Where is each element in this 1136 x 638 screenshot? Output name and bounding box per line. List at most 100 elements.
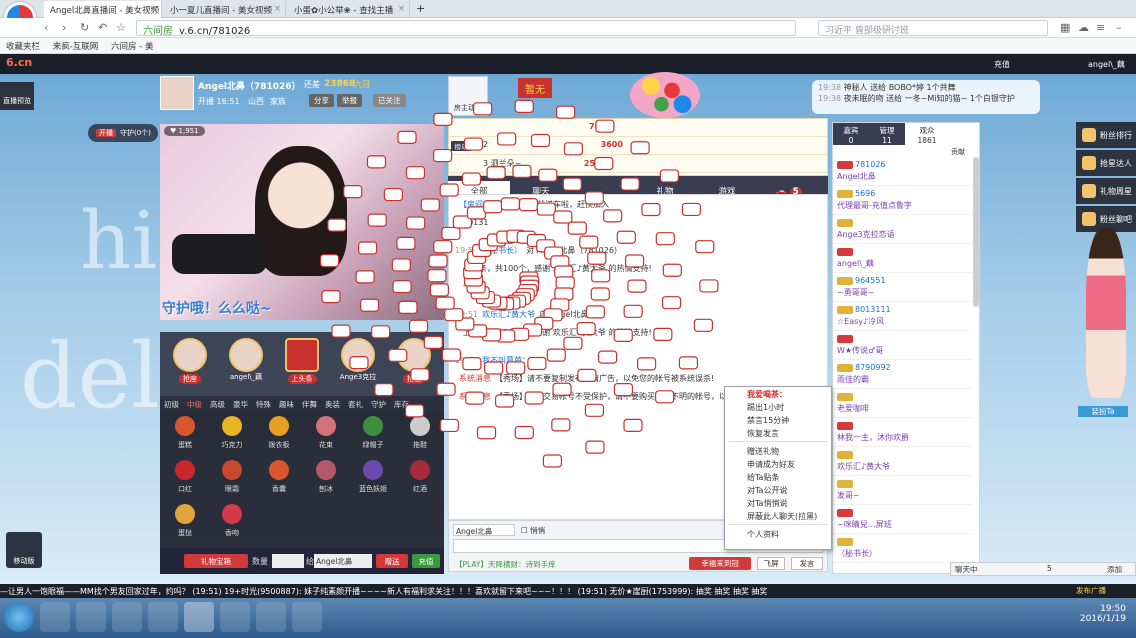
forward-icon[interactable]: › (62, 21, 66, 34)
taskbar-clock[interactable]: 19:50 2016/1/19 (1080, 604, 1126, 624)
gift-tab[interactable]: 库存 (390, 396, 413, 413)
gift-item[interactable]: 蓝色妖姬 (351, 456, 395, 500)
gift-item[interactable]: 花束 (304, 412, 348, 456)
chat-user[interactable]: 我不叫葛芭： (482, 356, 530, 365)
gift-tab[interactable]: 初级 (160, 396, 183, 413)
seat[interactable]: 抢座 (388, 338, 440, 384)
list-item[interactable]: ~咪睛兒…屏班 (833, 505, 973, 534)
headline-button[interactable]: 上头条 (276, 338, 328, 384)
menu-item[interactable]: 屏蔽此人聊天(拉黑) (725, 509, 831, 522)
list-item[interactable]: 781026 Angel北鼻 (833, 157, 973, 186)
quantity-input[interactable] (272, 554, 304, 568)
gift-item[interactable]: 香囊 (257, 456, 301, 500)
menu-item[interactable]: 对Ta悄悄说 (725, 496, 831, 509)
menu-item[interactable]: 赠送礼物 (725, 444, 831, 457)
send-gift-button[interactable]: 赠送 (376, 554, 408, 568)
tab-admins[interactable]: 管理 11 (869, 123, 905, 145)
guard-label[interactable]: 守护(0个) (120, 128, 151, 138)
contribution-label[interactable]: 贡献 (951, 147, 965, 157)
tab-other[interactable] (572, 176, 634, 194)
gift-tab[interactable]: 守护 (367, 396, 390, 413)
bookmark-item[interactable]: 收藏夹栏 (6, 42, 40, 52)
gift-item[interactable]: 蛋糕 (163, 412, 207, 456)
recharge-button[interactable]: 充值 (412, 554, 440, 568)
gift-item[interactable]: 红酒 (398, 456, 442, 500)
luck-button[interactable]: 幸福来到冠 (689, 557, 751, 570)
dress-up-button[interactable]: 装扮Ta (1078, 406, 1128, 417)
list-item[interactable]: 林我一主，沐你欢爵 (833, 418, 973, 447)
taskbar-app-icon[interactable] (292, 602, 322, 632)
seat[interactable]: 抢座 (164, 338, 216, 384)
menu-item[interactable]: 对Ta公开说 (725, 483, 831, 496)
browser-tab-active[interactable]: Angel北鼻直播间 - 美女视频 × (44, 1, 162, 18)
add-button[interactable]: 添加 (1107, 564, 1122, 575)
tab-audience[interactable]: 观众 1861 (905, 123, 949, 145)
gift-item[interactable]: 巧克力 (210, 412, 254, 456)
taskbar-app-icon[interactable] (220, 602, 250, 632)
list-item[interactable]: 964551 ~勇哥哥~ (833, 273, 973, 302)
chat-user[interactable]: 欢乐汇♪黄大爷 (482, 310, 535, 319)
chatting-status[interactable]: 聊天中 (955, 564, 978, 575)
avatar[interactable] (160, 76, 194, 110)
user-menu[interactable]: angel\_藕 (1088, 59, 1125, 70)
taskbar-app-icon[interactable] (112, 602, 142, 632)
list-item[interactable]: 欢乐汇♪黄大爷 (833, 447, 973, 476)
seat[interactable]: angel\_藕 (220, 338, 272, 382)
taskbar-app-icon[interactable] (148, 602, 178, 632)
tab-guests[interactable]: 嘉宾 0 (833, 123, 869, 145)
list-item[interactable]: Ange3克拉恋语 (833, 215, 973, 244)
fly-screen-button[interactable]: 飞屏 (757, 557, 785, 570)
menu-icon[interactable]: ≡ (1096, 21, 1105, 34)
list-item[interactable]: 8790992 雨佳的霸 (833, 360, 973, 389)
gift-tab[interactable]: 豪华 (229, 396, 252, 413)
gift-tab[interactable]: 趣味 (275, 396, 298, 413)
gift-item[interactable]: 口红 (163, 456, 207, 500)
fans-rank-button[interactable]: 粉丝排行 (1076, 122, 1136, 148)
menu-item[interactable]: 个人资料 (725, 527, 831, 540)
gift-week-button[interactable]: 礼物周星 (1076, 178, 1136, 204)
back-icon[interactable]: ‹ (44, 21, 48, 34)
taskbar-app-icon[interactable] (184, 602, 214, 632)
recharge-link[interactable]: 充值 (994, 59, 1010, 70)
gift-item[interactable]: 香吻 (210, 500, 254, 544)
list-item[interactable]: 5696 代理最哥-充值点鲁字 (833, 186, 973, 215)
list-item[interactable]: 8013111 ☆Easy♪冷风 (833, 302, 973, 331)
new-tab-button[interactable]: + (416, 2, 425, 15)
live-preview-button[interactable]: 直播预览 (0, 82, 34, 110)
rank-row[interactable]: 7600 (449, 119, 827, 137)
refresh-icon[interactable]: ↻ (80, 21, 89, 34)
gift-item[interactable]: 刨冰 (304, 456, 348, 500)
private-toggle[interactable]: ☐ 悄悄 (521, 525, 545, 536)
taskbar-app-icon[interactable] (256, 602, 286, 632)
anchor-figure-icon[interactable] (1086, 228, 1126, 398)
menu-item[interactable]: 踢出1小时 (725, 400, 831, 413)
gift-tab[interactable]: 高级 (206, 396, 229, 413)
gift-target-select[interactable]: Angel北鼻 (314, 554, 372, 568)
undo-icon[interactable]: ↶ (98, 21, 107, 34)
search-input[interactable]: 习近平 曾部级研讨班 (818, 20, 1048, 36)
scrollbar[interactable] (973, 157, 979, 307)
chat-user[interactable]: （秘书长） (482, 246, 522, 255)
gift-tab[interactable]: 伴舞 (298, 396, 321, 413)
gift-item[interactable]: 蛋挞 (163, 500, 207, 544)
menu-item[interactable]: 申请成为好友 (725, 457, 831, 470)
close-icon[interactable]: × (398, 4, 405, 14)
seat[interactable]: Ange3克拉 (332, 338, 384, 382)
notify-count[interactable]: 5 (1047, 564, 1052, 573)
list-item[interactable]: W★传说♂哥 (833, 331, 973, 360)
list-item[interactable]: 老爱咖啡 (833, 389, 973, 418)
gift-item[interactable]: 绿帽子 (351, 412, 395, 456)
close-icon[interactable]: × (274, 4, 281, 14)
gift-tab[interactable]: 特殊 (252, 396, 275, 413)
gift-item[interactable]: 眼霜 (210, 456, 254, 500)
chat-user[interactable]: 系统消息 (459, 374, 491, 383)
gift-box-button[interactable]: 礼物宝箱 (184, 554, 248, 568)
bookmark-item[interactable]: 六间房 - 美 (111, 42, 153, 52)
room-state-button[interactable]: 房主动态 (448, 76, 488, 116)
list-item[interactable]: 发哥~ (833, 476, 973, 505)
chat-user[interactable]: 系统消息 (459, 392, 491, 401)
browser-tab[interactable]: 小蛋✿小公举❀ - 查找主播 × (288, 1, 410, 18)
menu-item[interactable]: 恢复发言 (725, 426, 831, 439)
send-message-button[interactable]: 发言 (791, 557, 823, 570)
rank-row[interactable]: 3 泗兰朵~ 2500 (449, 155, 827, 173)
